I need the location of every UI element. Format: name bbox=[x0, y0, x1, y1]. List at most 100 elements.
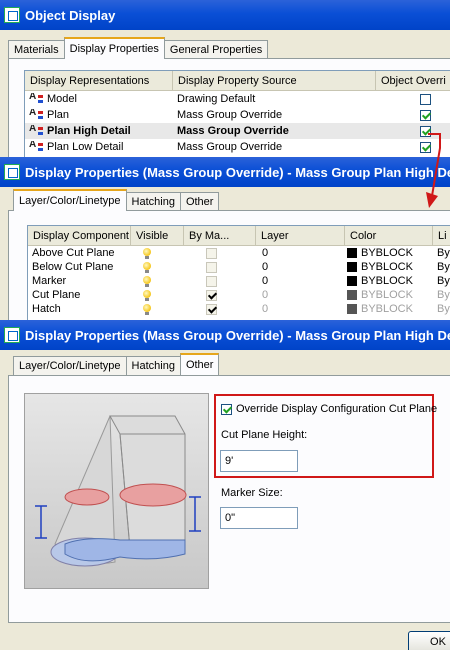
bymaterial-cell bbox=[184, 261, 256, 273]
cut-plane-preview bbox=[24, 393, 209, 589]
linetype-value[interactable]: ByB bbox=[433, 261, 450, 273]
override-cut-plane-label: Override Display Configuration Cut Plane bbox=[236, 403, 438, 415]
table-row[interactable]: A Plan Low Detail Mass Group Override bbox=[25, 139, 450, 155]
by-material-checkbox[interactable] bbox=[206, 289, 217, 301]
rep-source: Mass Group Override bbox=[177, 125, 289, 137]
tab-materials[interactable]: Materials bbox=[8, 40, 65, 59]
by-material-checkbox[interactable] bbox=[206, 303, 217, 315]
col-linetype[interactable]: Li bbox=[433, 226, 450, 245]
layer-value[interactable]: 0 bbox=[256, 289, 345, 301]
bymaterial-cell bbox=[184, 275, 256, 287]
color-cell[interactable]: BYBLOCK bbox=[345, 275, 433, 287]
col-object-override[interactable]: Object Overri bbox=[376, 71, 450, 90]
mass-diagram-icon bbox=[35, 415, 201, 567]
by-material-checkbox[interactable] bbox=[206, 261, 217, 273]
visible-cell bbox=[131, 247, 184, 259]
table-row[interactable]: Hatch 0 BYBLOCK ByB bbox=[28, 302, 450, 316]
col-color[interactable]: Color bbox=[345, 226, 433, 245]
col-by-material[interactable]: By Ma... bbox=[184, 226, 256, 245]
display-rep-grid: Display Representations Display Property… bbox=[24, 70, 450, 160]
table-row[interactable]: Above Cut Plane 0 BYBLOCK ByB bbox=[28, 246, 450, 260]
lightbulb-icon[interactable] bbox=[143, 303, 151, 315]
object-display-titlebar[interactable]: Object Display bbox=[0, 0, 450, 30]
col-visible[interactable]: Visible bbox=[131, 226, 184, 245]
object-display-window: Object Display Materials Display Propert… bbox=[0, 0, 450, 160]
col-layer[interactable]: Layer bbox=[256, 226, 345, 245]
rep-name-cell: A Plan High Detail bbox=[25, 125, 173, 137]
cut-plane-height-label: Cut Plane Height: bbox=[221, 429, 308, 441]
layer-value[interactable]: 0 bbox=[256, 261, 345, 273]
rep-name: Model bbox=[47, 93, 77, 105]
override-cut-plane-checkbox[interactable] bbox=[221, 403, 232, 415]
table-row[interactable]: A Plan Mass Group Override bbox=[25, 107, 450, 123]
rep-name-cell: A Model bbox=[25, 93, 173, 105]
rep-name: Plan Low Detail bbox=[47, 141, 124, 153]
display-rep-icon: A bbox=[29, 109, 43, 121]
linetype-value[interactable]: ByB bbox=[433, 275, 450, 287]
by-material-checkbox[interactable] bbox=[206, 247, 217, 259]
tab-other[interactable]: Other bbox=[179, 192, 220, 211]
display-props-window-other: Display Properties (Mass Group Override)… bbox=[0, 320, 450, 650]
tab-strip: Materials Display Properties General Pro… bbox=[8, 37, 269, 59]
grid-header: Display Representations Display Property… bbox=[25, 71, 450, 91]
linetype-value[interactable]: ByB bbox=[433, 303, 450, 315]
rep-name-cell: A Plan bbox=[25, 109, 173, 121]
lightbulb-icon[interactable] bbox=[143, 289, 151, 301]
lightbulb-icon[interactable] bbox=[143, 261, 151, 273]
lightbulb-icon[interactable] bbox=[143, 247, 151, 259]
table-row[interactable]: A Plan High Detail Mass Group Override bbox=[25, 123, 450, 139]
color-swatch bbox=[347, 248, 357, 258]
linetype-value[interactable]: ByB bbox=[433, 247, 450, 259]
override-checkbox-row[interactable]: Override Display Configuration Cut Plane bbox=[221, 403, 437, 415]
color-value: BYBLOCK bbox=[361, 261, 413, 273]
marker-size-input[interactable]: 0" bbox=[220, 507, 298, 529]
tab-general-properties[interactable]: General Properties bbox=[163, 40, 269, 59]
col-display-component[interactable]: Display Component bbox=[28, 226, 131, 245]
linetype-value[interactable]: ByB bbox=[433, 289, 450, 301]
color-value: BYBLOCK bbox=[361, 303, 413, 315]
color-swatch bbox=[347, 276, 357, 286]
override-cell bbox=[376, 93, 450, 105]
table-row[interactable]: Below Cut Plane 0 BYBLOCK ByB bbox=[28, 260, 450, 274]
table-row[interactable]: Marker 0 BYBLOCK ByB bbox=[28, 274, 450, 288]
tab-layer-color-linetype[interactable]: Layer/Color/Linetype bbox=[13, 189, 127, 211]
override-cell bbox=[376, 109, 450, 121]
color-cell[interactable]: BYBLOCK bbox=[345, 247, 433, 259]
color-value: BYBLOCK bbox=[361, 247, 413, 259]
tab-hatching[interactable]: Hatching bbox=[125, 356, 181, 375]
color-cell[interactable]: BYBLOCK bbox=[345, 289, 433, 301]
rep-name: Plan High Detail bbox=[47, 125, 131, 137]
override-checkbox[interactable] bbox=[420, 93, 431, 105]
lightbulb-icon[interactable] bbox=[143, 275, 151, 287]
table-row[interactable]: A Model Drawing Default bbox=[25, 91, 450, 107]
tab-other[interactable]: Other bbox=[179, 353, 220, 375]
tab-hatching[interactable]: Hatching bbox=[125, 192, 181, 211]
visible-cell bbox=[131, 275, 184, 287]
app-icon bbox=[4, 7, 20, 23]
color-cell[interactable]: BYBLOCK bbox=[345, 261, 433, 273]
layer-value[interactable]: 0 bbox=[256, 303, 345, 315]
tab-layer-color-linetype[interactable]: Layer/Color/Linetype bbox=[13, 356, 127, 375]
marker-size-label: Marker Size: bbox=[221, 487, 283, 499]
by-material-checkbox[interactable] bbox=[206, 275, 217, 287]
layer-value[interactable]: 0 bbox=[256, 275, 345, 287]
layer-value[interactable]: 0 bbox=[256, 247, 345, 259]
layer-window-titlebar[interactable]: Display Properties (Mass Group Override)… bbox=[0, 157, 450, 187]
display-rep-icon: A bbox=[29, 93, 43, 105]
ok-button[interactable]: OK bbox=[408, 631, 450, 650]
display-rep-icon: A bbox=[29, 125, 43, 137]
tab-display-properties[interactable]: Display Properties bbox=[63, 37, 165, 59]
col-display-property-source[interactable]: Display Property Source bbox=[173, 71, 376, 90]
component-name: Above Cut Plane bbox=[32, 247, 115, 259]
cut-plane-height-input[interactable]: 9' bbox=[220, 450, 298, 472]
col-display-representations[interactable]: Display Representations bbox=[25, 71, 173, 90]
app-icon bbox=[4, 164, 20, 180]
window-title: Display Properties (Mass Group Override)… bbox=[25, 164, 450, 180]
other-window-titlebar[interactable]: Display Properties (Mass Group Override)… bbox=[0, 320, 450, 350]
color-cell[interactable]: BYBLOCK bbox=[345, 303, 433, 315]
tab-strip: Layer/Color/Linetype Hatching Other bbox=[13, 353, 220, 375]
override-checkbox[interactable] bbox=[420, 109, 431, 121]
window-title: Display Properties (Mass Group Override)… bbox=[25, 327, 450, 343]
bymaterial-cell bbox=[184, 303, 256, 315]
table-row[interactable]: Cut Plane 0 BYBLOCK ByB bbox=[28, 288, 450, 302]
